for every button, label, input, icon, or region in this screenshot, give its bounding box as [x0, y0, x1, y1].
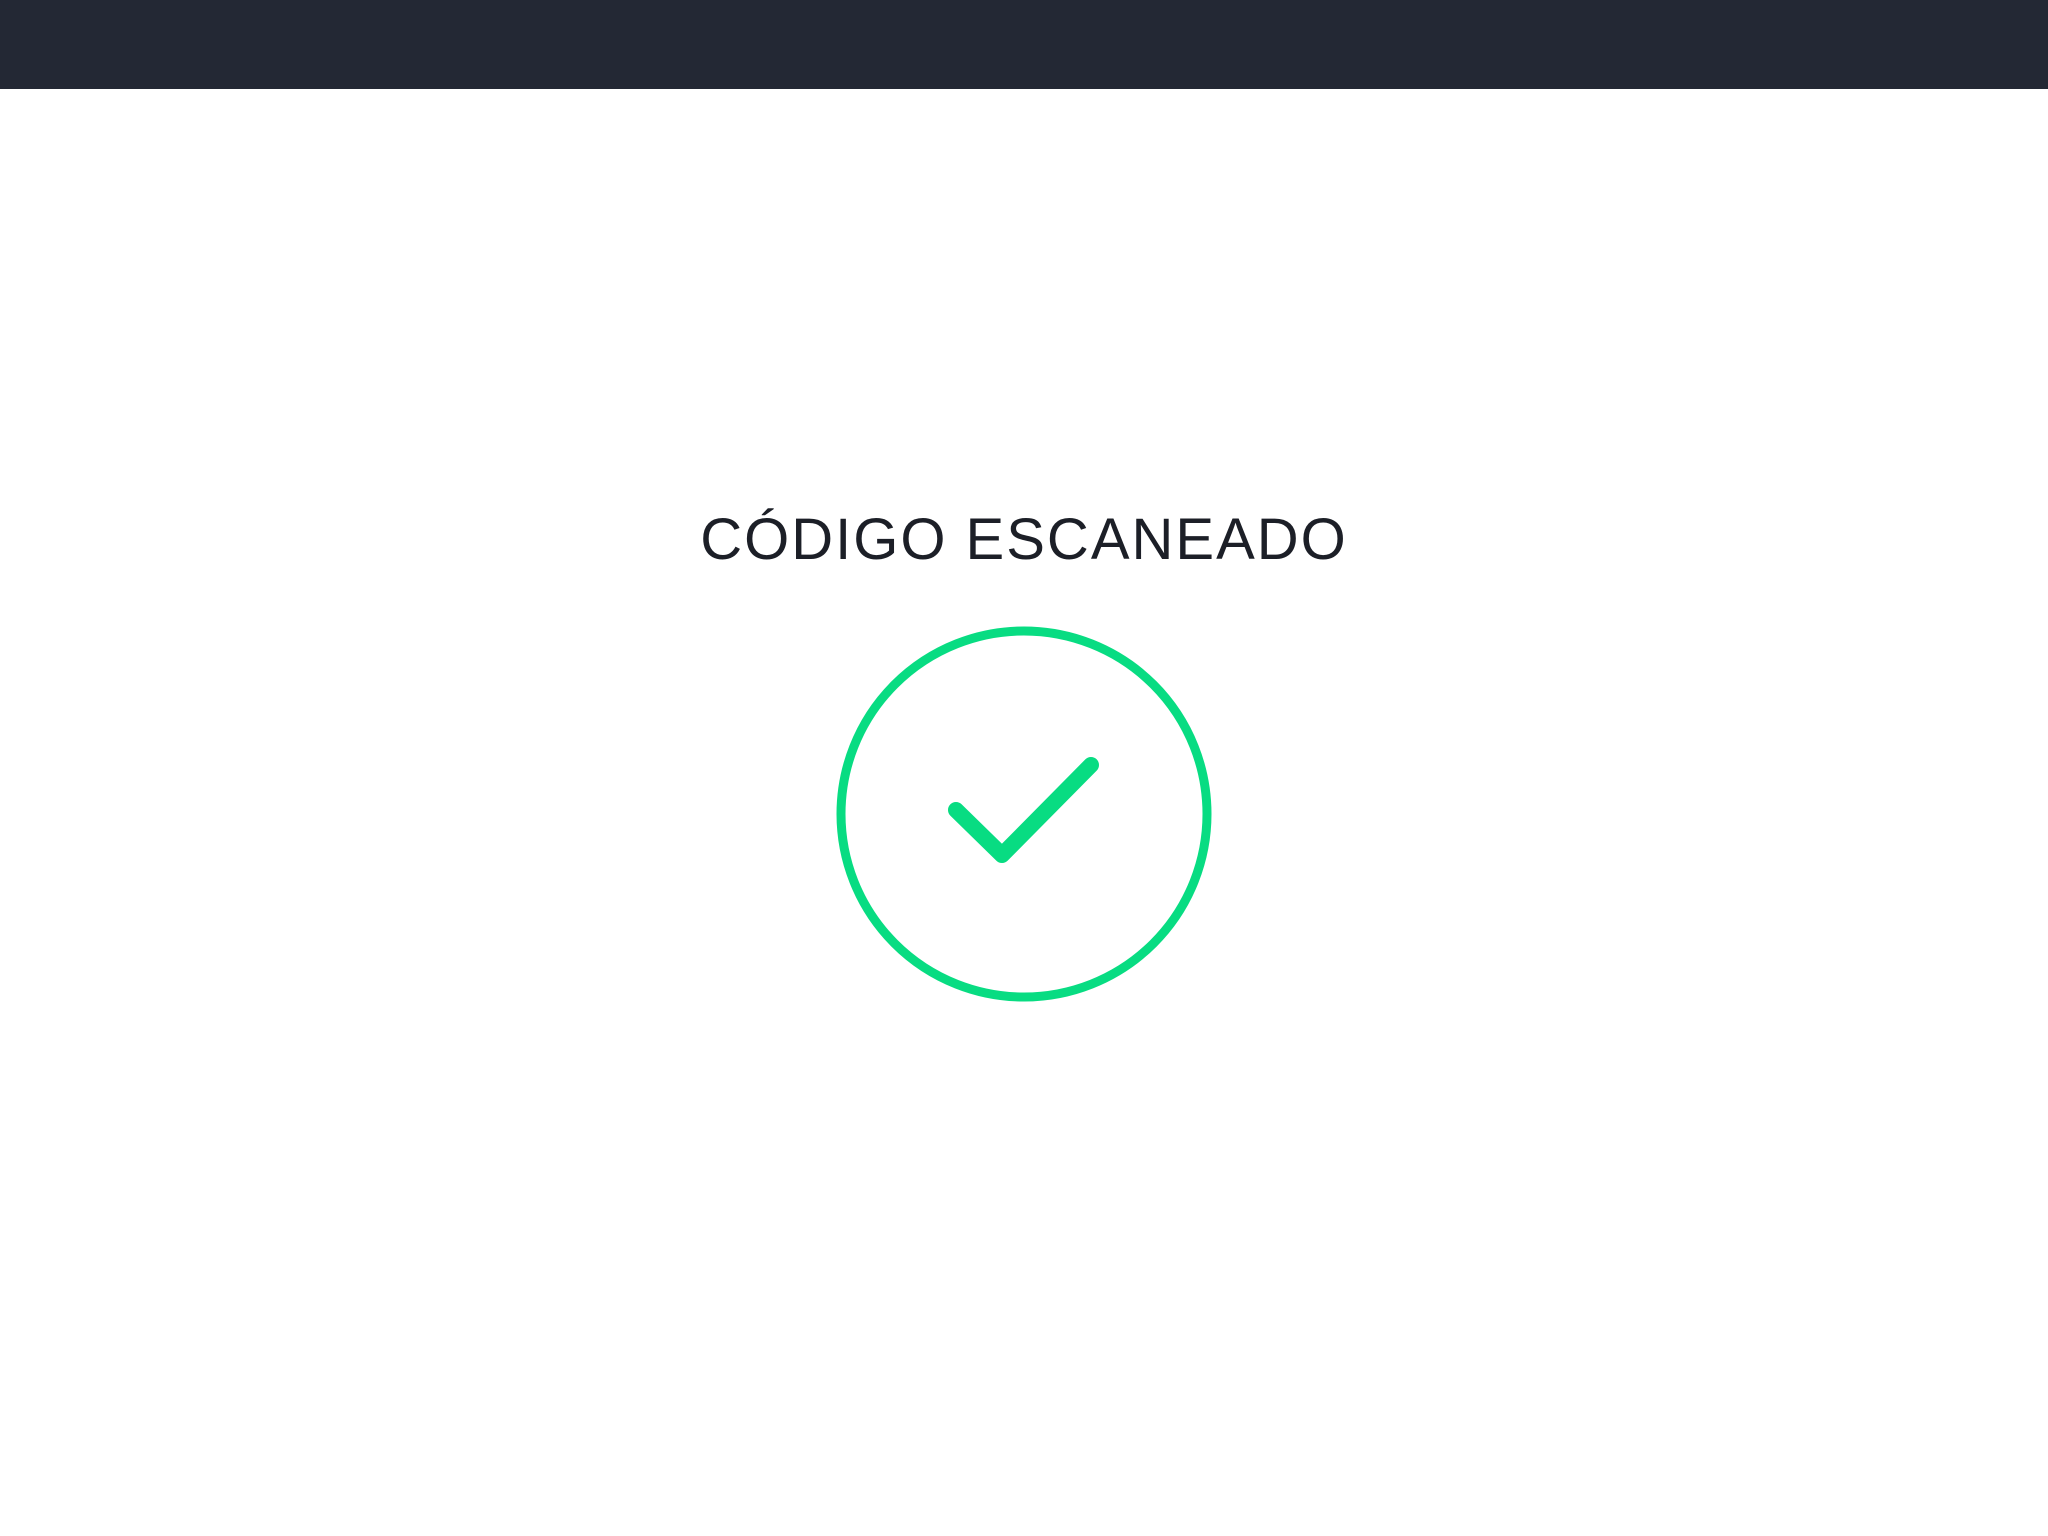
- top-bar: [0, 0, 2048, 89]
- success-circle: [836, 626, 1212, 1002]
- status-title: CÓDIGO ESCANEADO: [700, 507, 1348, 572]
- checkmark-icon: [948, 757, 1099, 863]
- check-circle-icon: [836, 626, 1212, 1002]
